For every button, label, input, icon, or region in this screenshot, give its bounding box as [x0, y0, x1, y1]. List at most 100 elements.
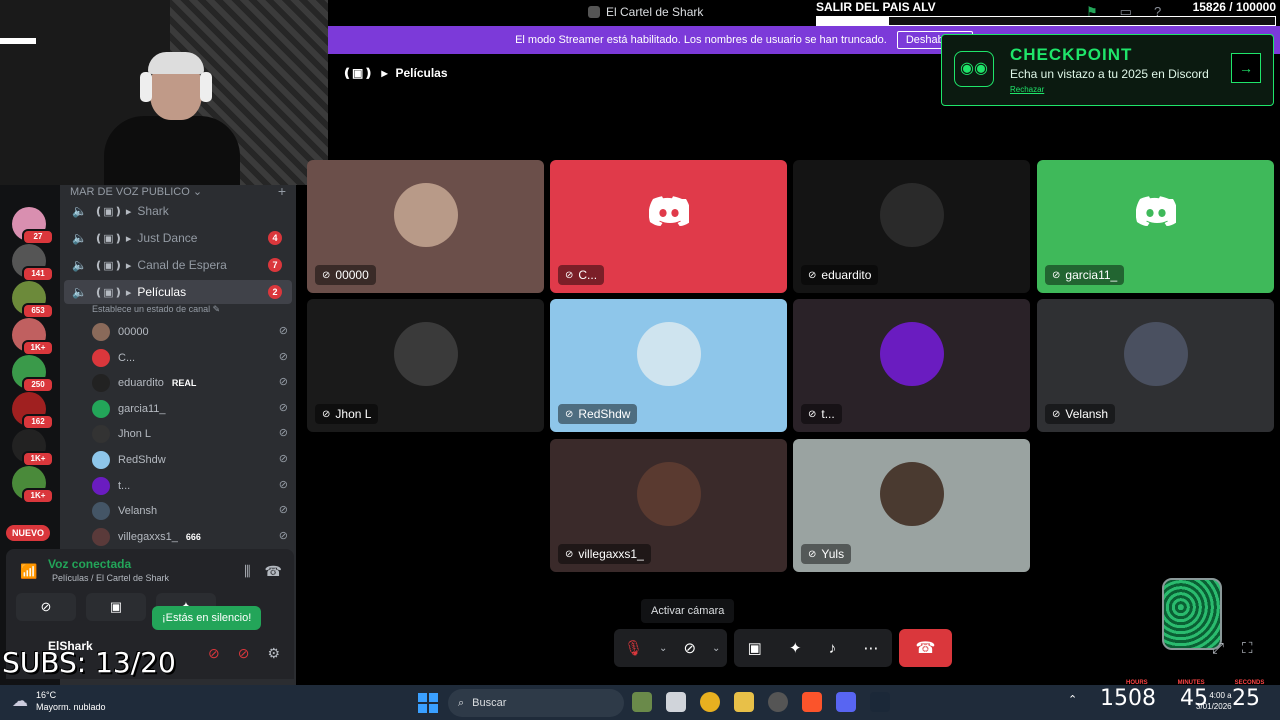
stage-corner-controls: ⤢ ⛶ — [1212, 640, 1253, 657]
goal-bar — [816, 16, 1276, 26]
disconnect-icon[interactable]: ☎ — [265, 563, 282, 580]
mic-muted-icon: ⊘ — [1052, 269, 1061, 281]
noise-suppression-icon[interactable]: ⫼ — [244, 563, 250, 580]
camera-button[interactable]: ⊘ — [16, 593, 76, 621]
voice-member[interactable]: 00000 ⊘ — [92, 321, 288, 343]
participant-name: eduardito — [821, 268, 872, 282]
participant-tile[interactable]: ⊘ garcia11_ — [1037, 160, 1274, 293]
channel-status-hint[interactable]: Establece un estado de canal ✎ — [92, 304, 220, 315]
add-channel-icon[interactable]: + — [278, 183, 286, 199]
avatar — [879, 321, 944, 386]
taskbar-search[interactable]: ⌕ Buscar — [448, 689, 624, 717]
widget-app-icon[interactable] — [632, 692, 652, 712]
new-badge[interactable]: NUEVO — [6, 525, 51, 541]
discord-icon[interactable] — [836, 692, 856, 712]
camera-options-button[interactable]: ⌄ — [706, 629, 726, 667]
voice-member[interactable]: RedShdw ⊘ — [92, 449, 288, 471]
task-view-icon[interactable] — [666, 692, 686, 712]
voice-member[interactable]: Jhon L ⊘ — [92, 423, 288, 445]
mute-button[interactable]: 🎙 — [614, 629, 653, 667]
help-icon[interactable]: ? — [1154, 4, 1161, 20]
chrome-icon[interactable] — [700, 692, 720, 712]
server-mention-badge: 141 — [22, 266, 54, 282]
avatar — [879, 182, 944, 247]
category-header[interactable]: MAR DE VOZ PUBLICO ⌄ + — [70, 183, 286, 199]
camera-off-icon: ⊘ — [278, 453, 288, 465]
windows-start-icon[interactable] — [418, 693, 438, 713]
chevron-up-icon[interactable]: ⌃ — [1068, 693, 1077, 706]
avatar — [393, 321, 458, 386]
voice-member[interactable]: eduardito REAL ⊘ — [92, 372, 288, 394]
arrow-right-icon[interactable]: → — [1231, 53, 1261, 83]
participant-tile[interactable]: ⊘ villegaxxs1_ — [550, 439, 787, 572]
voice-member[interactable]: t... ⊘ — [92, 475, 288, 497]
checkpoint-card[interactable]: ◉◉ CHECKPOINT Echa un vistazo a tu 2025 … — [941, 34, 1274, 106]
voice-channel-2[interactable]: 🔈 ❪▣❫ ▸ Just Dance 4 — [64, 226, 292, 250]
speaker-icon: 🔈 — [72, 258, 87, 272]
channel-emoji-icon: ❪▣❫ ▸ — [94, 286, 132, 299]
weather-widget[interactable]: ☁ 16°C Mayorm. nublado — [12, 689, 106, 713]
deafen-icon[interactable]: ⊘ — [238, 645, 250, 662]
participant-tile[interactable]: ⊘ RedShdw — [550, 299, 787, 432]
settings-gear-icon[interactable]: ⚙ — [267, 645, 280, 662]
soundboard-icon: ♪ — [828, 639, 837, 657]
search-icon: ⌕ — [458, 696, 465, 709]
participant-tile[interactable]: ⊘ Jhon L — [307, 299, 544, 432]
signal-icon[interactable]: 📶 — [20, 563, 37, 580]
soundboard-button[interactable]: ♪ — [819, 629, 847, 667]
mic-muted-icon: ⊘ — [565, 408, 574, 420]
camera-off-icon: ⊘ — [278, 504, 288, 517]
flag-icon[interactable]: ⚑ — [1086, 4, 1098, 20]
activities-button[interactable]: ✦ — [779, 629, 812, 667]
voice-channel-1[interactable]: 🔈 ❪▣❫ ▸ Shark — [64, 199, 292, 223]
screen-share-icon: ▣ — [109, 599, 123, 614]
avatar — [1123, 321, 1188, 386]
member-tag: 666 — [185, 531, 201, 542]
activities-icon: ✦ — [788, 640, 802, 657]
camera-toggle-button[interactable]: ⊘ — [673, 629, 706, 667]
participant-tile[interactable]: ⊘ eduardito — [793, 160, 1030, 293]
share-screen-button[interactable]: ▣ — [738, 629, 772, 667]
avatar — [636, 461, 701, 526]
avatar — [879, 461, 944, 526]
leave-call-button[interactable]: ☎ — [899, 629, 952, 667]
game-app-icon[interactable] — [768, 692, 788, 712]
mic-options-button[interactable]: ⌄ — [653, 629, 673, 667]
voice-member[interactable]: C... ⊘ — [92, 347, 288, 369]
server-mention-badge: 1K+ — [22, 451, 54, 467]
channel-name: Shark — [137, 204, 169, 218]
streamer-body — [104, 116, 240, 185]
weather-temp: 16°C — [36, 690, 57, 700]
steam-icon[interactable] — [870, 692, 890, 712]
webcam-light — [0, 38, 36, 44]
participant-tile[interactable]: ⊘ t... — [793, 299, 1030, 432]
system-clock[interactable]: 4:00 a 3/01/2026 — [1196, 690, 1232, 712]
voice-status[interactable]: Voz conectada — [48, 557, 131, 571]
camera-tooltip: Activar cámara — [641, 599, 735, 623]
camera-off-icon: ⊘ — [278, 350, 288, 363]
inbox-icon[interactable]: ▭ — [1120, 4, 1132, 20]
avatar — [92, 527, 110, 546]
participant-tile[interactable]: ⊘ Velansh — [1037, 299, 1274, 432]
screen-share-button[interactable]: ▣ — [86, 593, 146, 621]
participant-tile[interactable]: ⊘ 00000 — [307, 160, 544, 293]
checkpoint-dismiss-link[interactable]: Rechazar — [1010, 85, 1044, 94]
voice-channel-4[interactable]: 🔈 ❪▣❫ ▸ Películas 2 — [64, 280, 292, 304]
participant-tile[interactable]: ⊘ C... — [550, 160, 787, 293]
taskbar-apps — [632, 692, 890, 712]
webcam-overlay — [0, 0, 328, 185]
weather-desc: Mayorm. nublado — [36, 702, 106, 712]
participant-tile[interactable]: ⊘ Yuls — [793, 439, 1030, 572]
file-explorer-icon[interactable] — [734, 692, 754, 712]
voice-member[interactable]: villegaxxs1_ 666 ⊘ — [92, 526, 288, 548]
mic-muted-icon[interactable]: ⊘ — [208, 645, 220, 662]
screen: El Cartel de Shark SALIR DEL PAIS ALV 15… — [0, 0, 1280, 720]
voice-member[interactable]: Velansh ⊘ — [92, 500, 288, 522]
fullscreen-icon[interactable]: ⛶ — [1242, 640, 1253, 657]
voice-channel-3[interactable]: 🔈 ❪▣❫ ▸ Canal de Espera 7 — [64, 253, 292, 277]
more-options-button[interactable]: ⋯ — [853, 629, 888, 667]
brave-icon[interactable] — [802, 692, 822, 712]
popout-icon[interactable]: ⤢ — [1212, 640, 1224, 657]
voice-member[interactable]: garcia11_ ⊘ — [92, 398, 288, 420]
voice-location[interactable]: Películas / El Cartel de Shark — [52, 573, 169, 583]
